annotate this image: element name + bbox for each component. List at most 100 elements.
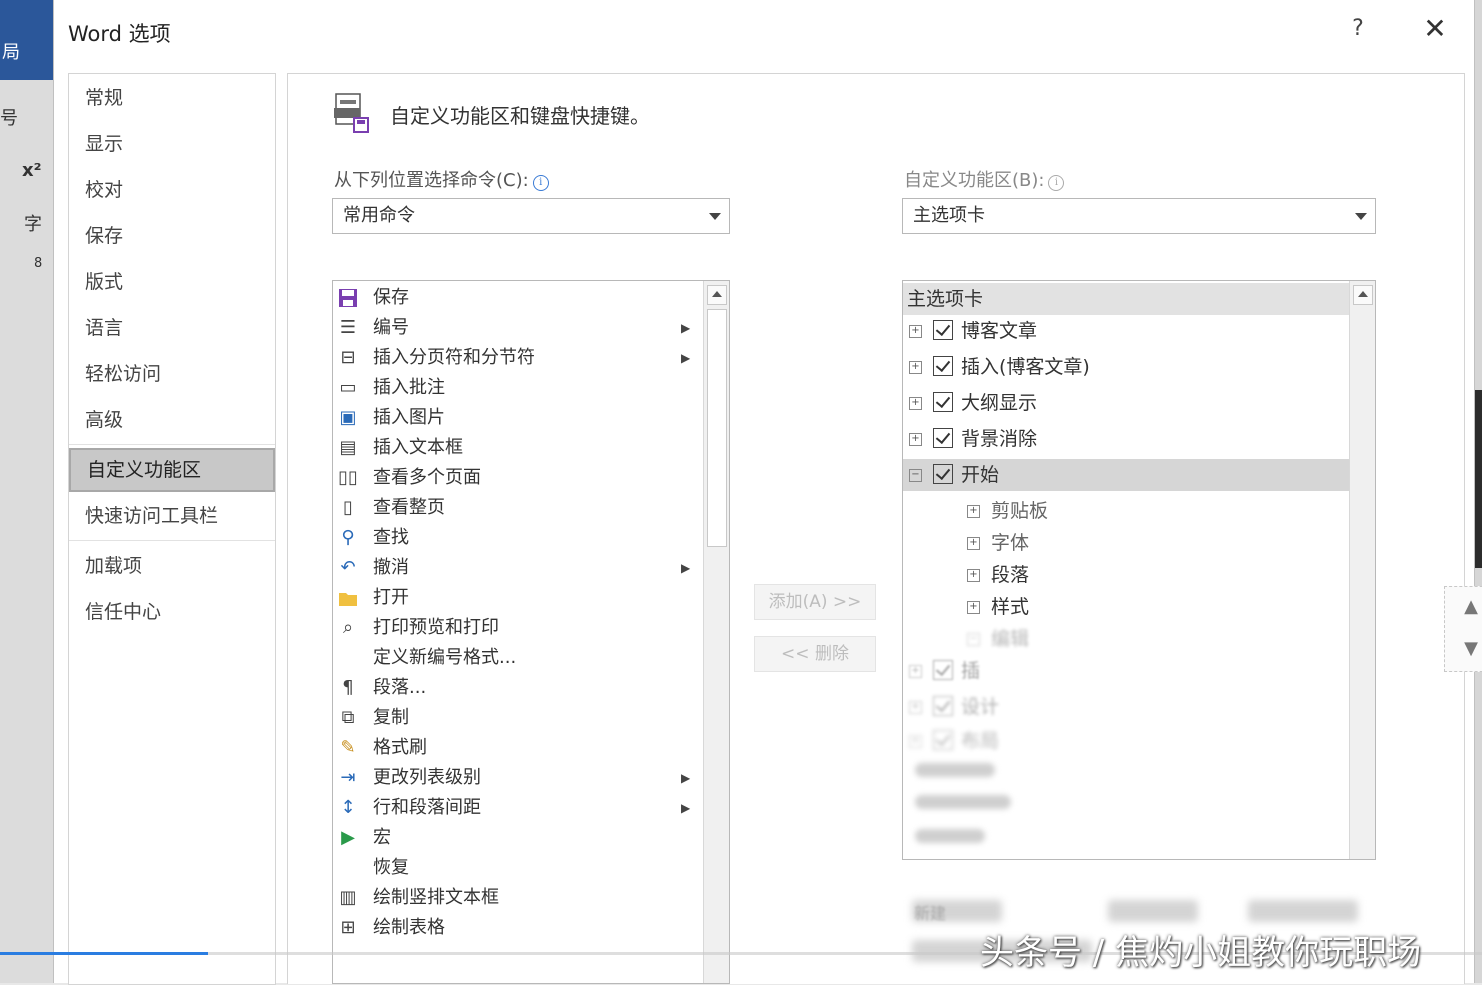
tree-item-label: 字体 (991, 532, 1030, 554)
commands-source-select[interactable]: 常用命令 (332, 198, 730, 234)
move-up-button[interactable]: ▲ (1459, 595, 1482, 619)
ribbon-tabs-select[interactable]: 主选项卡 (902, 198, 1376, 234)
list-item[interactable]: ✎ 格式刷 (333, 733, 703, 763)
list-item[interactable]: ↕ 行和段落间距 ▶ (333, 793, 703, 823)
video-progress-bar[interactable] (0, 952, 208, 955)
nav-item-accessibility[interactable]: 轻松访问 (69, 354, 275, 394)
tree-item-clipboard[interactable]: + 剪贴板 (903, 495, 1349, 527)
list-item-label: 定义新编号格式... (373, 647, 517, 668)
tree-item-home[interactable]: − 开始 (903, 459, 1349, 491)
checkbox[interactable] (933, 660, 953, 680)
list-item[interactable]: ⇥ 更改列表级别 ▶ (333, 763, 703, 793)
line-spacing-icon: ↕ (340, 797, 356, 818)
ribbon-tabs-tree[interactable]: 主选项卡 + 博客文章 + 插入(博客文章) + 大纲显示 + 背景消除 − 开… (902, 280, 1376, 860)
list-item[interactable]: ☰ 编号 ▶ (333, 313, 703, 343)
nav-item-save[interactable]: 保存 (69, 216, 275, 256)
list-item[interactable]: ↶ 撤消 ▶ (333, 553, 703, 583)
nav-item-layout[interactable]: 版式 (69, 262, 275, 302)
expand-icon[interactable]: + (909, 361, 922, 374)
remove-button[interactable]: << 删除 (754, 636, 876, 672)
nav-item-advanced[interactable]: 高级 (69, 400, 275, 440)
scroll-up-button[interactable] (707, 285, 727, 305)
list-item[interactable]: ⧉ 复制 (333, 703, 703, 733)
ribbon-tree-scrollbar[interactable] (1349, 281, 1375, 859)
nav-item-quick-access-toolbar[interactable]: 快速访问工具栏 (69, 496, 275, 536)
list-item[interactable]: ⚲ 查找 (333, 523, 703, 553)
tree-item-styles[interactable]: + 样式 (903, 591, 1349, 623)
list-item[interactable]: ▥ 绘制竖排文本框 (333, 883, 703, 913)
collapse-icon[interactable]: − (967, 633, 980, 646)
checkbox[interactable] (933, 730, 953, 750)
tree-item-design[interactable]: + 设计 (903, 691, 1349, 723)
list-item[interactable]: ▯ 查看整页 (333, 493, 703, 523)
list-item[interactable]: ▣ 插入图片 (333, 403, 703, 433)
customize-ribbon-panel: 自定义功能区和键盘快捷键。 从下列位置选择命令(C): i 常用命令 自定义功能区… (287, 73, 1482, 984)
checkbox[interactable] (933, 356, 953, 376)
checkbox[interactable] (933, 428, 953, 448)
page-break-icon: ⊟ (340, 347, 356, 368)
commands-list[interactable]: 保存 ☰ 编号 ▶ ⊟ 插入分页符和分节符 ▶ ▭ 插入批注 ▣ 插入图片 ▤ (332, 280, 730, 984)
close-button[interactable]: ✕ (1420, 12, 1450, 45)
nav-item-display[interactable]: 显示 (69, 124, 275, 164)
nav-item-addins[interactable]: 加载项 (69, 546, 275, 586)
list-item[interactable]: ▯▯ 查看多个页面 (333, 463, 703, 493)
tree-item-background-removal[interactable]: + 背景消除 (903, 423, 1349, 455)
nav-item-customize-ribbon[interactable]: 自定义功能区 (69, 448, 275, 492)
tree-item-insert[interactable]: + 插 (903, 655, 1349, 687)
collapse-icon[interactable]: − (909, 469, 922, 482)
tree-item-editing[interactable]: − 编辑 (903, 623, 1349, 655)
tree-item-label: 设计 (961, 696, 1000, 718)
tree-item-label: 样式 (991, 596, 1030, 618)
checkbox[interactable] (933, 464, 953, 484)
list-item[interactable]: ▶ 宏 (333, 823, 703, 853)
background-fragment: x² (22, 160, 42, 181)
list-item[interactable]: ▤ 插入文本框 (333, 433, 703, 463)
list-item-label: 查找 (373, 527, 409, 548)
expand-icon[interactable]: + (967, 601, 980, 614)
expand-icon[interactable]: + (909, 735, 922, 748)
list-item[interactable]: ⊞ 绘制表格 (333, 913, 703, 943)
list-item[interactable]: ⊟ 插入分页符和分节符 ▶ (333, 343, 703, 373)
nav-item-proofing[interactable]: 校对 (69, 170, 275, 210)
list-item[interactable]: 保存 (333, 283, 703, 313)
picture-icon: ▣ (339, 407, 357, 428)
blurred-button[interactable] (1248, 900, 1358, 922)
expand-icon[interactable]: + (967, 537, 980, 550)
blurred-row (915, 763, 995, 777)
checkbox[interactable] (933, 392, 953, 412)
list-item[interactable]: ⌕ 打印预览和打印 (333, 613, 703, 643)
nav-item-general[interactable]: 常规 (69, 78, 275, 118)
copy-icon: ⧉ (341, 707, 355, 728)
nav-item-trust-center[interactable]: 信任中心 (69, 592, 275, 632)
list-item[interactable]: 定义新编号格式... (333, 643, 703, 673)
expand-icon[interactable]: + (909, 433, 922, 446)
list-item[interactable]: ▭ 插入批注 (333, 373, 703, 403)
expand-icon[interactable]: + (909, 325, 922, 338)
expand-icon[interactable]: + (909, 397, 922, 410)
expand-icon[interactable]: + (967, 569, 980, 582)
list-item[interactable]: 恢复 (333, 853, 703, 883)
checkbox[interactable] (933, 320, 953, 340)
list-item[interactable]: 打开 (333, 583, 703, 613)
info-icon: i (532, 175, 549, 191)
blurred-button[interactable] (1108, 900, 1198, 922)
help-button[interactable]: ? (1344, 16, 1372, 41)
tree-item-font[interactable]: + 字体 (903, 527, 1349, 559)
scroll-up-button[interactable] (1353, 285, 1373, 305)
tree-item-outline[interactable]: + 大纲显示 (903, 387, 1349, 419)
tree-item-paragraph[interactable]: + 段落 (903, 559, 1349, 591)
expand-icon[interactable]: + (909, 665, 922, 678)
commands-scrollbar[interactable] (703, 281, 729, 983)
tree-item-insert-blog[interactable]: + 插入(博客文章) (903, 351, 1349, 383)
nav-item-language[interactable]: 语言 (69, 308, 275, 348)
expand-icon[interactable]: + (967, 505, 980, 518)
tree-item-blog-post[interactable]: + 博客文章 (903, 315, 1349, 347)
add-button[interactable]: 添加(A) >> (754, 584, 876, 620)
tree-item-layout[interactable]: + 布局 (903, 725, 1349, 757)
scroll-thumb[interactable] (707, 309, 727, 547)
list-item-label: 宏 (373, 827, 391, 848)
expand-icon[interactable]: + (909, 701, 922, 714)
checkbox[interactable] (933, 696, 953, 716)
list-item[interactable]: ¶ 段落... (333, 673, 703, 703)
move-down-button[interactable]: ▼ (1459, 637, 1482, 661)
